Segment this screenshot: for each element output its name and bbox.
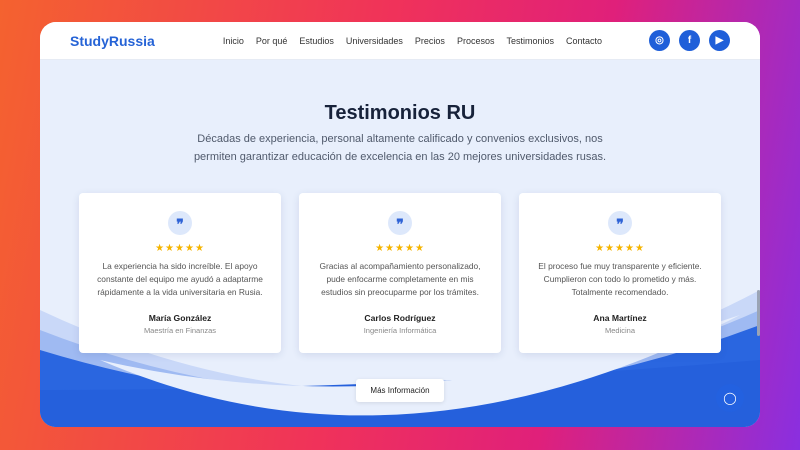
instagram-icon[interactable]: ◎ — [649, 30, 670, 51]
facebook-icon[interactable]: f — [679, 30, 700, 51]
quote-icon: ❞ — [388, 211, 412, 235]
browser-window: StudyRussia Inicio Por qué Estudios Univ… — [40, 22, 760, 427]
nav-universidades[interactable]: Universidades — [346, 36, 403, 46]
testimonial-text: El proceso fue muy transparente y eficie… — [538, 261, 702, 297]
scrollbar[interactable] — [757, 290, 760, 336]
testimonial-text: La experiencia ha sido increíble. El apo… — [97, 261, 263, 297]
testimonial-role: Maestría en Finanzas — [143, 326, 217, 335]
testimonial-card: ❞ ★★★★★ La experiencia ha sido increíble… — [79, 193, 281, 353]
nav-por-que[interactable]: Por qué — [256, 36, 288, 46]
testimonial-name: Carlos Rodríguez — [364, 313, 436, 323]
main-nav: Inicio Por qué Estudios Universidades Pr… — [223, 36, 602, 46]
section-title: Testimonios RU — [324, 102, 476, 124]
chat-icon[interactable]: ◯ — [716, 384, 744, 412]
testimonial-card: ❞ ★★★★★ Gracias al acompañamiento person… — [299, 193, 501, 353]
nav-procesos[interactable]: Procesos — [457, 36, 495, 46]
quote-icon: ❞ — [168, 211, 192, 235]
nav-contacto[interactable]: Contacto — [566, 36, 602, 46]
social-links: ◎ f ▶ — [649, 30, 730, 51]
star-rating: ★★★★★ — [155, 243, 205, 254]
quote-icon: ❞ — [608, 211, 632, 235]
nav-estudios[interactable]: Estudios — [299, 36, 334, 46]
star-rating: ★★★★★ — [375, 243, 425, 254]
testimonial-card: ❞ ★★★★★ El proceso fue muy transparente … — [519, 193, 721, 353]
testimonial-role: Ingeniería Informática — [363, 326, 437, 335]
nav-precios[interactable]: Precios — [415, 36, 445, 46]
testimonial-name: María González — [148, 313, 212, 323]
youtube-icon[interactable]: ▶ — [709, 30, 730, 51]
logo[interactable]: StudyRussia — [70, 33, 155, 49]
header: StudyRussia Inicio Por qué Estudios Univ… — [40, 22, 760, 60]
testimonial-text: Gracias al acompañamiento personalizado,… — [319, 261, 481, 297]
more-info-button[interactable]: Más Información — [356, 379, 444, 402]
star-rating: ★★★★★ — [595, 243, 645, 254]
nav-inicio[interactable]: Inicio — [223, 36, 244, 46]
nav-testimonios[interactable]: Testimonios — [506, 36, 554, 46]
testimonial-role: Medicina — [604, 326, 635, 335]
testimonial-name: Ana Martínez — [593, 313, 647, 323]
section-subtitle: Décadas de experiencia, personal altamen… — [193, 133, 607, 163]
